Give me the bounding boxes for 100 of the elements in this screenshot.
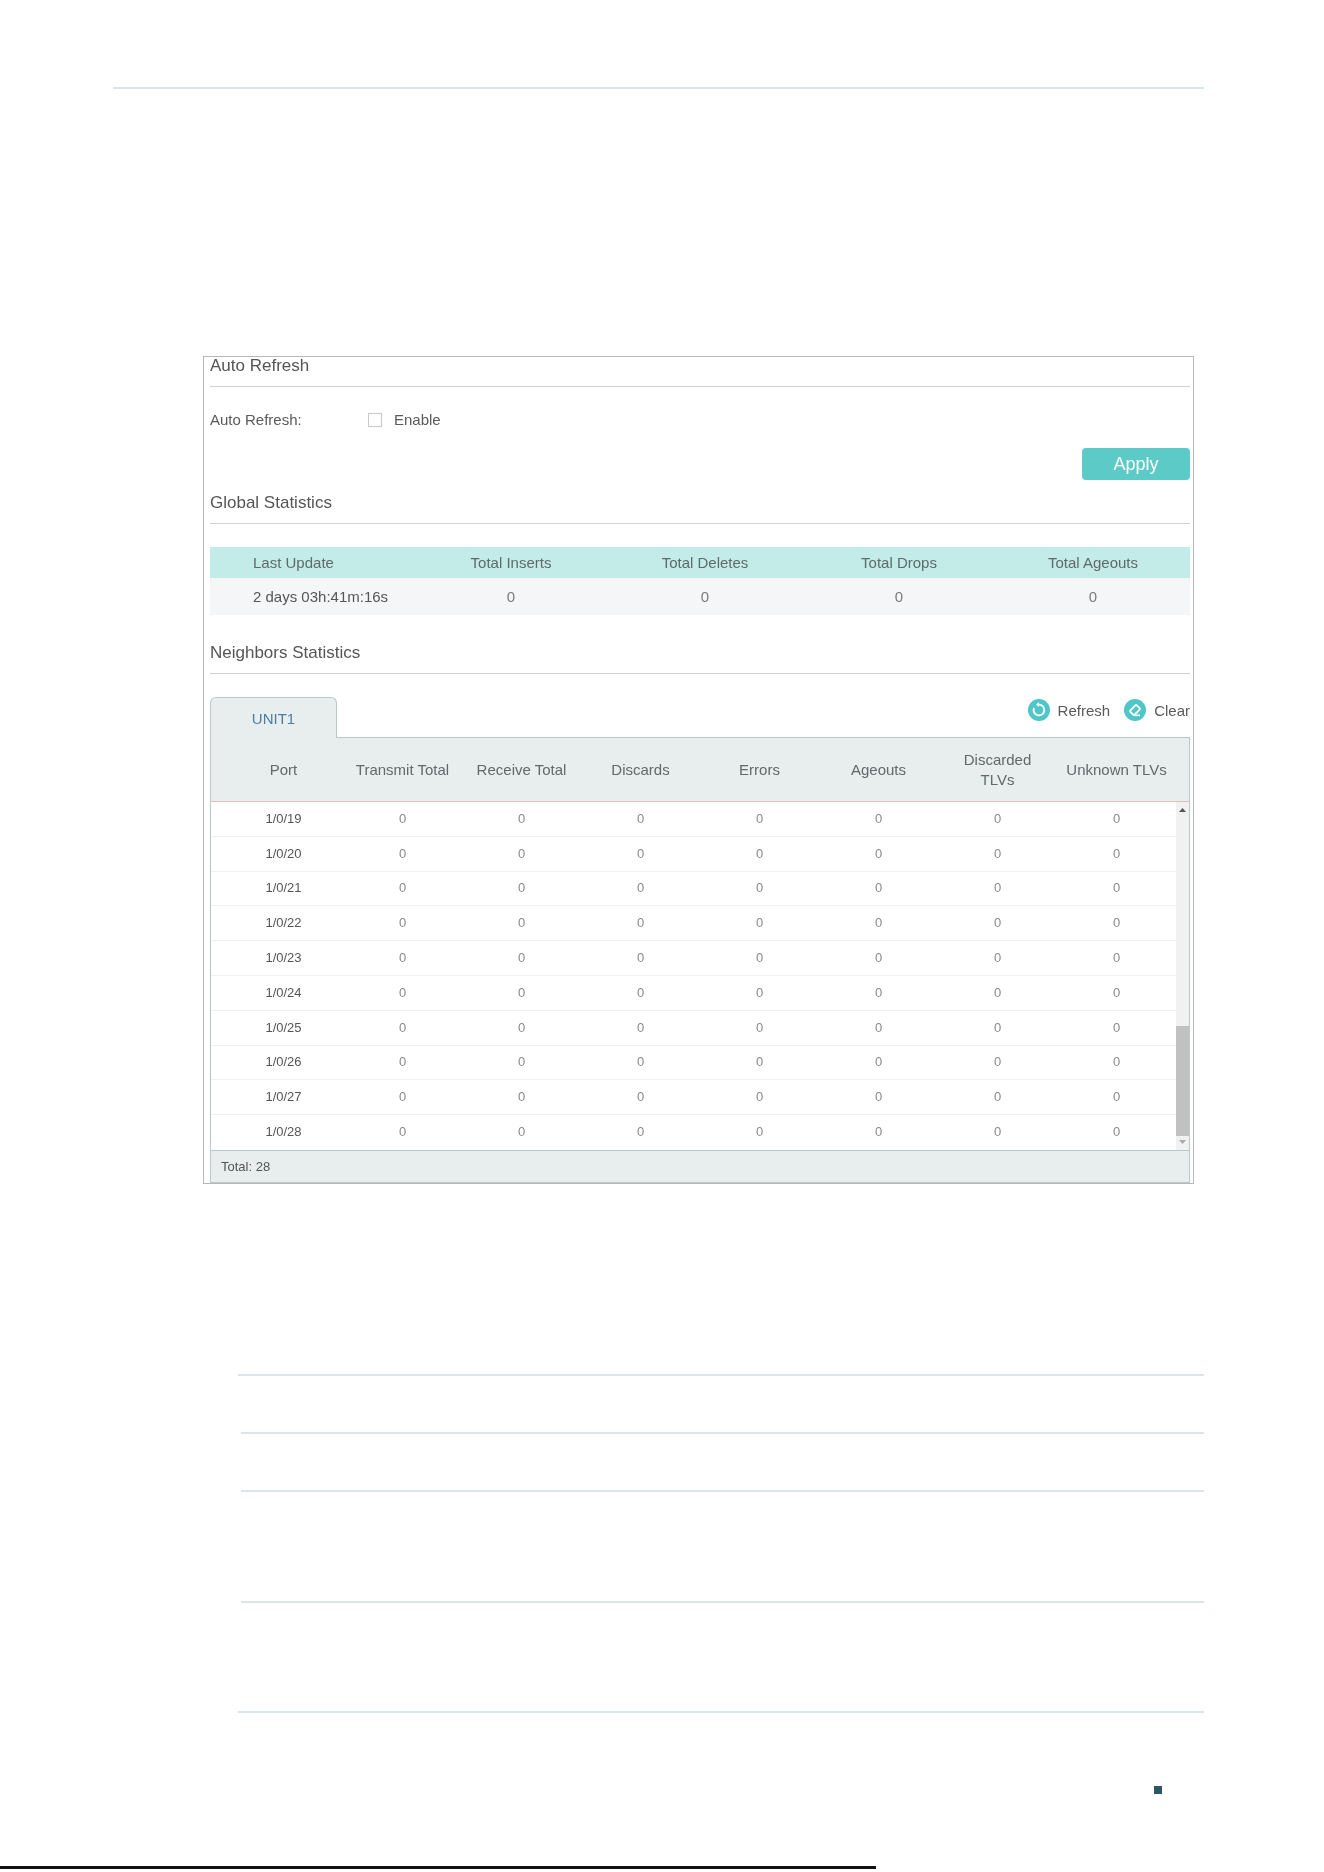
- table-cell: 0: [874, 880, 883, 897]
- column-header: Discards: [611, 759, 670, 780]
- table-cell: 0: [993, 915, 1002, 932]
- square-icon: [1154, 1785, 1162, 1794]
- table-cell: 0: [1112, 915, 1121, 932]
- table-cell: 0: [517, 950, 526, 967]
- table-cell: 0: [398, 1124, 407, 1141]
- table-cell: 0: [517, 810, 526, 827]
- table-cell: 0: [636, 1089, 645, 1106]
- scroll-thumb[interactable]: [1176, 1025, 1189, 1136]
- table-cell: 0: [993, 1089, 1002, 1106]
- table-cell: 0: [636, 1054, 645, 1071]
- table-cell: 0: [874, 915, 883, 932]
- column-header: Total Ageouts: [1047, 553, 1139, 572]
- table-cell: 0: [517, 1089, 526, 1106]
- column-header: Port: [269, 759, 298, 780]
- table-cell: 0: [755, 810, 764, 827]
- column-header: Unknown TLVs: [1066, 759, 1167, 780]
- section-title: Global Statistics: [210, 494, 332, 512]
- table-cell: 0: [517, 1054, 526, 1071]
- table-cell: 0: [755, 1054, 764, 1071]
- table-cell: 0: [1112, 845, 1121, 862]
- table-cell: 1/0/28: [265, 1124, 302, 1141]
- table-cell: 0: [874, 1019, 883, 1036]
- table-cell: 0: [874, 984, 883, 1001]
- refresh-button[interactable]: Refresh: [1027, 699, 1111, 721]
- checkbox[interactable]: [368, 413, 382, 427]
- table-cell: 0: [517, 880, 526, 897]
- table-cell: 0: [398, 950, 407, 967]
- table-cell: 0: [874, 1124, 883, 1141]
- table-cell: 0: [700, 587, 710, 606]
- table-cell: 0: [993, 845, 1002, 862]
- table-cell: 0: [636, 880, 645, 897]
- table-cell: 0: [993, 1124, 1002, 1141]
- table-cell: 0: [1112, 1019, 1121, 1036]
- table-cell: 0: [755, 984, 764, 1001]
- table-cell: 0: [636, 1019, 645, 1036]
- table-cell: 0: [398, 810, 407, 827]
- column-header: Total Drops: [861, 553, 937, 572]
- table-cell: 0: [517, 1019, 526, 1036]
- table-cell: 1/0/22: [265, 915, 302, 932]
- table-cell: 0: [894, 587, 904, 606]
- column-header: Transmit Total: [355, 759, 450, 780]
- column-header: Receive Total: [476, 759, 567, 780]
- table-cell: 0: [636, 845, 645, 862]
- table-cell: 1/0/24: [265, 984, 302, 1001]
- table-cell: 0: [993, 1054, 1002, 1071]
- scroll-bar[interactable]: [1176, 802, 1189, 1150]
- table-cell: 0: [636, 915, 645, 932]
- scroll-up-icon[interactable]: [1179, 808, 1186, 812]
- table-cell: 0: [1112, 880, 1121, 897]
- table-cell: 0: [517, 984, 526, 1001]
- table-cell: 1/0/20: [265, 845, 302, 862]
- table-cell: 0: [636, 1124, 645, 1141]
- table-cell: 0: [398, 1019, 407, 1036]
- eraser-icon: [1124, 699, 1147, 721]
- refresh-icon: [1027, 699, 1050, 721]
- column-header: Ageouts: [850, 759, 906, 780]
- tab[interactable]: UNIT1: [210, 697, 337, 738]
- table-cell: 0: [993, 810, 1002, 827]
- field-label: Auto Refresh:: [210, 411, 303, 429]
- table-cell: 0: [517, 845, 526, 862]
- table-cell: 0: [755, 1089, 764, 1106]
- table-cell: 1/0/26: [265, 1054, 302, 1071]
- table-cell: 0: [993, 984, 1002, 1001]
- table-cell: 0: [1112, 950, 1121, 967]
- scroll-down-icon[interactable]: [1179, 1139, 1186, 1144]
- table-cell: 0: [636, 950, 645, 967]
- section-title: Auto Refresh: [210, 357, 310, 375]
- table-cell: 0: [874, 810, 883, 827]
- table-cell: 0: [636, 984, 645, 1001]
- column-header: Total Deletes: [661, 553, 749, 572]
- table-cell: 0: [1112, 1124, 1121, 1141]
- table-cell: 0: [755, 845, 764, 862]
- checkbox-label[interactable]: Enable: [394, 411, 441, 429]
- table-cell: 0: [874, 1089, 883, 1106]
- table-cell: 0: [1112, 1089, 1121, 1106]
- table-cell: 0: [398, 845, 407, 862]
- table-cell: 0: [993, 880, 1002, 897]
- clear-button[interactable]: Clear: [1124, 699, 1190, 721]
- table-cell: 1/0/27: [265, 1089, 302, 1106]
- table-cell: 0: [1112, 810, 1121, 827]
- table-cell: 0: [874, 950, 883, 967]
- table-cell: 0: [993, 950, 1002, 967]
- table-cell: 1/0/23: [265, 950, 302, 967]
- table-cell: 0: [506, 587, 516, 606]
- table-cell: 0: [1112, 1054, 1121, 1071]
- table-cell: 0: [398, 984, 407, 1001]
- column-header: Discarded TLVs: [962, 749, 1033, 790]
- table-cell: 0: [517, 1124, 526, 1141]
- table-cell: 0: [398, 880, 407, 897]
- table-cell: 0: [993, 1019, 1002, 1036]
- table-cell: 0: [1112, 984, 1121, 1001]
- column-header: Total Inserts: [470, 553, 552, 572]
- table-cell: 0: [874, 1054, 883, 1071]
- table-cell: 0: [755, 1019, 764, 1036]
- table-cell-text: 2 days 03h:41m:16s: [252, 587, 389, 606]
- table-cell: 0: [1088, 587, 1098, 606]
- table-cell: 0: [755, 1124, 764, 1141]
- table-cell: 0: [755, 880, 764, 897]
